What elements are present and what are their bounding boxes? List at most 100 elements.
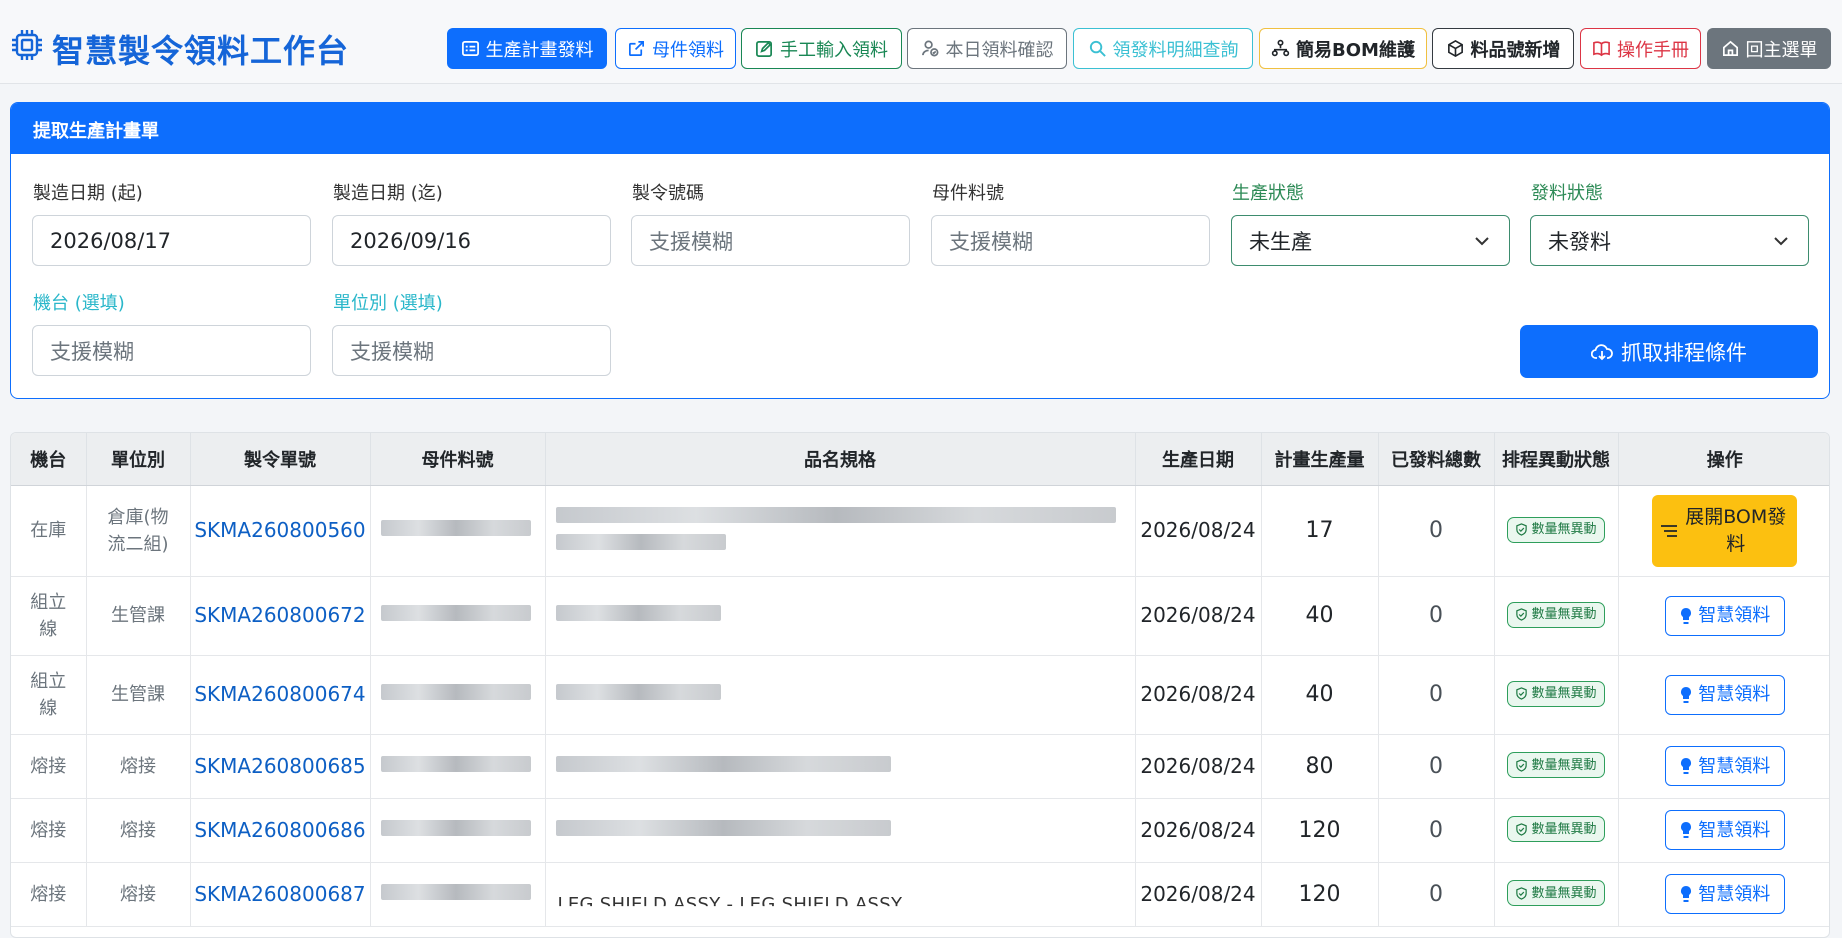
cell-plan-qty: 17: [1261, 485, 1379, 577]
shield-check-icon: [1516, 523, 1528, 536]
production-plan-issue-label: 生產計畫發料: [485, 39, 594, 61]
main-menu-button[interactable]: 回主選單: [1707, 28, 1831, 69]
cell-plan-qty: 40: [1261, 576, 1379, 656]
cell-order-link[interactable]: SKMA260800685: [190, 734, 371, 799]
simple-bom-maintain-button[interactable]: 簡易BOM維護: [1259, 28, 1427, 69]
order-no-input[interactable]: 支援模糊: [631, 215, 910, 266]
cell-machine: 熔接: [11, 734, 87, 799]
cell-action: 智慧領料: [1618, 734, 1829, 799]
date-from-input[interactable]: 2026/08/17: [32, 215, 311, 266]
lightbulb-icon: [1681, 758, 1692, 774]
cell-machine: 在庫: [11, 485, 87, 577]
date-to-input[interactable]: 2026/09/16: [332, 215, 611, 266]
cell-order-link[interactable]: SKMA260800672: [190, 576, 371, 656]
lines-icon: [1660, 524, 1677, 537]
prod-status-select[interactable]: 未生產: [1231, 215, 1510, 266]
expand-bom-issue-button[interactable]: 展開BOM發料: [1652, 494, 1798, 567]
parent-part-label: 母件料號: [932, 183, 1004, 204]
production-plan-issue-button[interactable]: 生產計畫發料: [447, 28, 607, 69]
cell-order-link[interactable]: SKMA260800560: [190, 485, 371, 577]
date-to-label: 製造日期 (迄): [333, 183, 443, 204]
col-unit[interactable]: 單位別: [86, 433, 191, 486]
cell-schedule-status: 數量無異動: [1494, 576, 1619, 656]
smart-issue-button[interactable]: 智慧領料: [1664, 674, 1785, 715]
today-issue-confirm-button[interactable]: 本日領料確認: [907, 28, 1067, 69]
machine-input[interactable]: 支援模糊: [32, 325, 311, 376]
parent-part-issue-button[interactable]: 母件領料: [615, 28, 736, 69]
lightbulb-icon: [1681, 607, 1692, 624]
col-spec[interactable]: 品名規格: [545, 433, 1136, 486]
issue-status-label: 發料狀態: [1531, 183, 1603, 204]
status-badge: 數量無異動: [1507, 816, 1605, 843]
cell-parent-part-redacted: [370, 485, 546, 577]
col-parent-part[interactable]: 母件料號: [370, 433, 546, 486]
status-badge: 數量無異動: [1507, 516, 1605, 543]
filter-card: 提取生產計畫單 製造日期 (起) 2026/08/17 製造日期 (迄) 202…: [10, 102, 1830, 399]
user-manual-button[interactable]: 操作手冊: [1580, 28, 1701, 69]
parent-part-input[interactable]: 支援模糊: [931, 215, 1210, 266]
cell-unit: 倉庫(物流二組): [86, 485, 191, 577]
lightbulb-icon: [1681, 822, 1692, 838]
cell-prod-date: 2026/08/24: [1135, 734, 1262, 799]
cell-unit: 生管課: [86, 655, 191, 735]
table-header-row: 機台 單位別 製令單號 母件料號 品名規格 生產日期 計畫生產量 已發料總數 排…: [11, 433, 1829, 486]
cell-plan-qty: 40: [1261, 655, 1379, 735]
add-part-number-button[interactable]: 料品號新增: [1432, 28, 1574, 69]
cell-unit: 生管課: [86, 576, 191, 656]
cell-machine: 組立線: [11, 576, 87, 656]
smart-issue-button[interactable]: 智慧領料: [1664, 595, 1785, 636]
col-issued-total[interactable]: 已發料總數: [1378, 433, 1495, 486]
cell-order-link[interactable]: SKMA260800674: [190, 655, 371, 735]
manual-input-issue-label: 手工輸入領料: [780, 39, 888, 61]
book-icon: [1593, 41, 1610, 57]
smart-issue-label: 智慧領料: [1698, 819, 1771, 841]
cell-schedule-status: 數量無異動: [1494, 485, 1619, 577]
diagram-icon: [1271, 39, 1290, 57]
unit-input[interactable]: 支援模糊: [332, 325, 611, 376]
cell-spec: LEG SHIELD ASSY - LEG SHIELD ASSY: [545, 862, 1136, 927]
prod-status-label: 生產狀態: [1232, 183, 1304, 204]
home-icon: [1722, 40, 1738, 57]
issue-detail-query-button[interactable]: 領發料明細查詢: [1073, 28, 1253, 69]
cell-schedule-status: 數量無異動: [1494, 798, 1619, 863]
plan-table: 機台 單位別 製令單號 母件料號 品名規格 生產日期 計畫生產量 已發料總數 排…: [10, 432, 1830, 938]
cell-schedule-status: 數量無異動: [1494, 734, 1619, 799]
cell-prod-date: 2026/08/24: [1135, 862, 1262, 927]
chevron-down-icon: [1774, 236, 1788, 245]
smart-issue-button[interactable]: 智慧領料: [1664, 874, 1785, 914]
cell-issued-total: 0: [1378, 576, 1495, 656]
unit-label: 單位別 (選填): [333, 293, 443, 314]
issue-status-select[interactable]: 未發料: [1530, 215, 1809, 266]
fetch-schedule-label: 抓取排程條件: [1621, 340, 1747, 365]
lightbulb-icon: [1681, 886, 1692, 902]
cell-prod-date: 2026/08/24: [1135, 798, 1262, 863]
col-order-no[interactable]: 製令單號: [190, 433, 371, 486]
issue-detail-query-label: 領發料明細查詢: [1112, 39, 1239, 61]
cell-parent-part-redacted: [370, 655, 546, 735]
cell-issued-total: 0: [1378, 862, 1495, 927]
cell-order-link[interactable]: SKMA260800686: [190, 798, 371, 863]
col-machine[interactable]: 機台: [11, 433, 87, 486]
status-badge-label: 數量無異動: [1531, 607, 1597, 623]
shield-check-icon: [1516, 823, 1528, 836]
filter-card-heading: 提取生產計畫單: [11, 103, 1829, 154]
cell-spec-redacted: [545, 798, 1136, 863]
cell-plan-qty: 120: [1261, 798, 1379, 863]
col-prod-date[interactable]: 生產日期: [1135, 433, 1262, 486]
col-plan-qty[interactable]: 計畫生產量: [1261, 433, 1379, 486]
col-schedule-status[interactable]: 排程異動狀態: [1494, 433, 1619, 486]
smart-issue-button[interactable]: 智慧領料: [1664, 746, 1785, 786]
fetch-schedule-button[interactable]: 抓取排程條件: [1520, 325, 1818, 378]
order-no-label: 製令號碼: [632, 183, 704, 204]
manual-input-issue-button[interactable]: 手工輸入領料: [741, 28, 902, 69]
cell-prod-date: 2026/08/24: [1135, 485, 1262, 577]
prod-status-value: 未生產: [1249, 229, 1312, 254]
smart-issue-button[interactable]: 智慧領料: [1664, 810, 1785, 850]
cell-order-link[interactable]: SKMA260800687: [190, 862, 371, 927]
cell-machine: 熔接: [11, 798, 87, 863]
smart-issue-label: 智慧領料: [1698, 684, 1771, 705]
cell-action: 智慧領料: [1618, 862, 1829, 927]
col-action[interactable]: 操作: [1618, 433, 1829, 486]
status-badge-label: 數量無異動: [1531, 821, 1597, 837]
chevron-down-icon: [1475, 236, 1489, 245]
